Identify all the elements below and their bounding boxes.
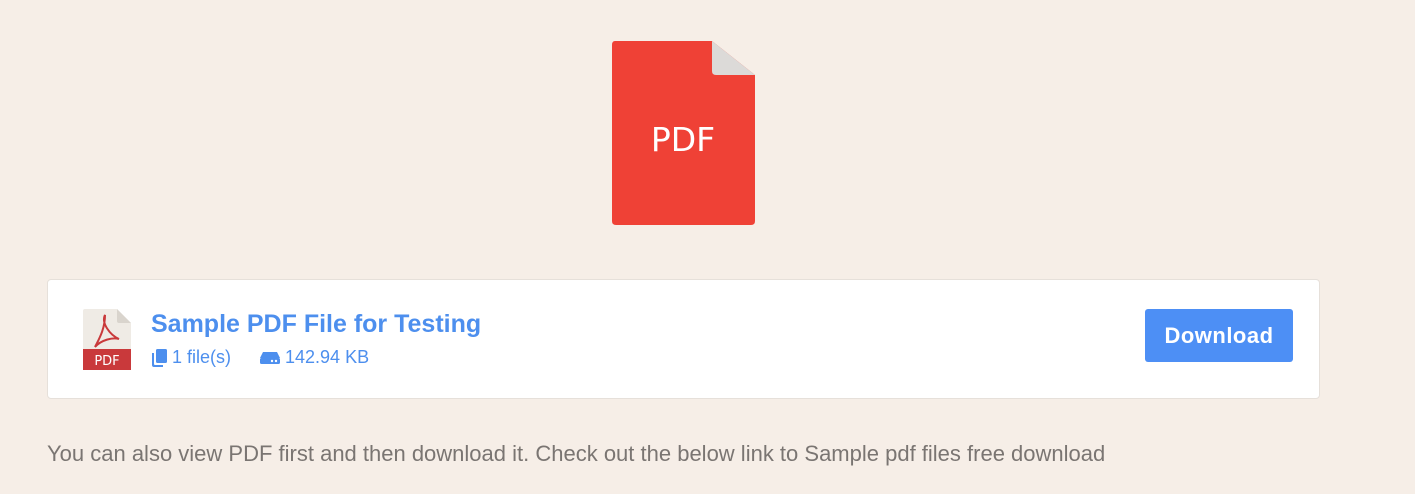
file-card: PDF Sample PDF File for Testing 1 file(s… <box>47 279 1320 399</box>
file-meta: 1 file(s) 142.94 KB <box>151 347 369 368</box>
file-size: 142.94 KB <box>285 347 370 367</box>
file-size-meta: 142.94 KB <box>259 347 369 368</box>
copy-files-icon <box>151 348 168 367</box>
pdf-badge-label: PDF <box>94 354 119 369</box>
file-title-link[interactable]: Sample PDF File for Testing <box>151 310 481 339</box>
hard-drive-icon <box>259 351 281 365</box>
pdf-hero-icon: PDF <box>612 41 755 225</box>
download-button[interactable]: Download <box>1145 309 1293 362</box>
pdf-file-icon: PDF <box>83 309 131 370</box>
file-count: 1 file(s) <box>172 347 232 367</box>
pdf-hero-label: PDF <box>651 120 715 159</box>
description-text: You can also view PDF first and then dow… <box>47 441 1106 466</box>
file-count-meta: 1 file(s) <box>151 347 231 368</box>
